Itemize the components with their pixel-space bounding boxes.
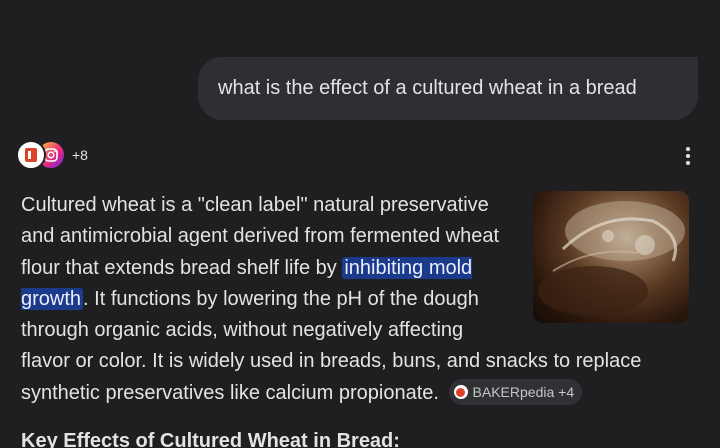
bakerpedia-citation-icon — [453, 385, 468, 400]
answer-paragraph: Cultured wheat is a "clean label" natura… — [21, 190, 689, 409]
bread-image[interactable] — [533, 191, 689, 323]
citation-label: BAKERpedia +4 — [472, 383, 575, 400]
section-heading: Key Effects of Cultured Wheat in Bread: — [21, 430, 400, 448]
more-vert-icon[interactable] — [676, 142, 700, 170]
user-query-text: what is the effect of a cultured wheat i… — [218, 77, 637, 99]
user-query-bubble: what is the effect of a cultured wheat i… — [198, 57, 698, 120]
sources-row[interactable]: +8 — [16, 140, 88, 170]
sources-more-count[interactable]: +8 — [72, 147, 88, 163]
chat-page: what is the effect of a cultured wheat i… — [0, 0, 720, 448]
bakerpedia-icon[interactable] — [16, 140, 46, 170]
citation-chip[interactable]: BAKERpedia +4 — [448, 379, 583, 406]
